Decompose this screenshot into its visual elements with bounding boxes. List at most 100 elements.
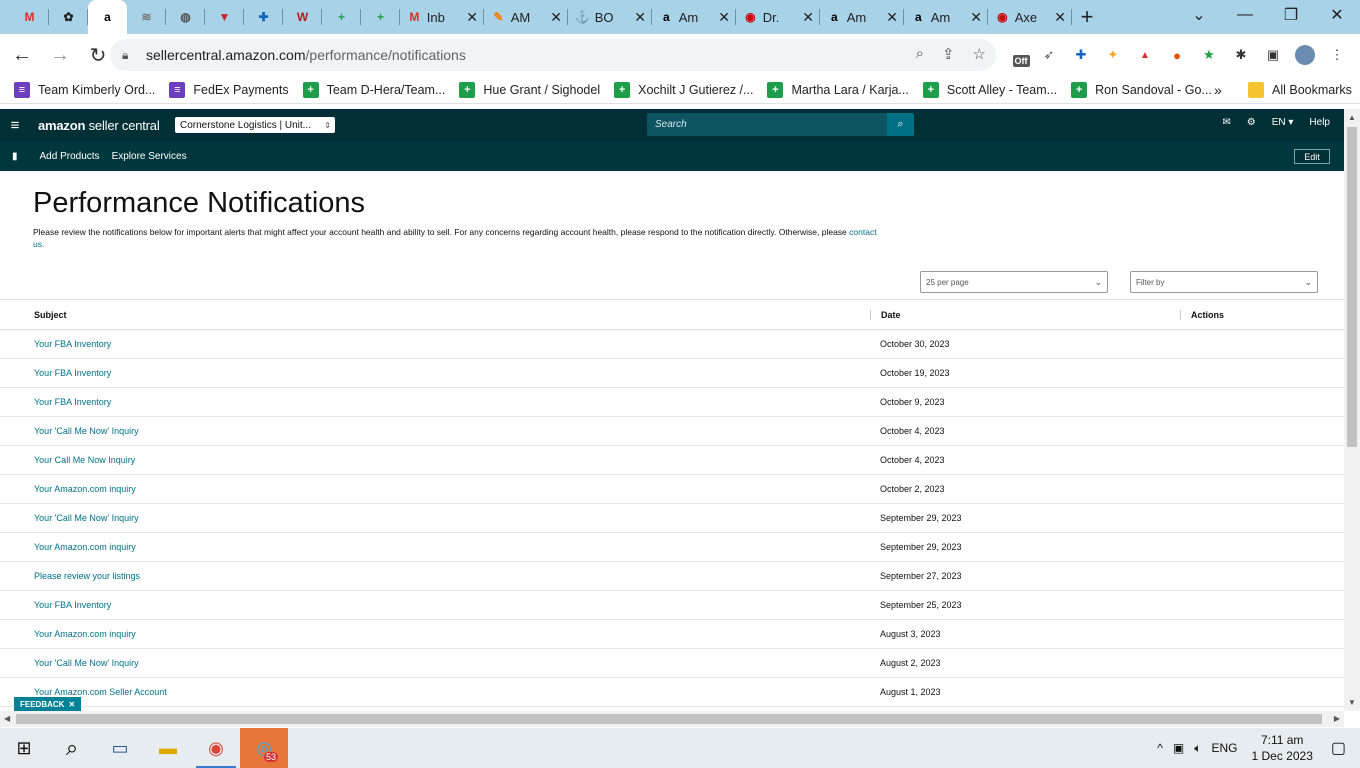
minimize-button[interactable]: — [1222, 0, 1268, 30]
browser-tab[interactable]: a Am ✕ [652, 0, 736, 34]
search-icon[interactable]: ⌕ [48, 728, 96, 768]
close-tab-icon[interactable]: ✕ [886, 9, 898, 26]
menu-icon[interactable]: ≡ [0, 117, 30, 134]
browser-tab[interactable]: a Am ✕ [820, 0, 904, 34]
address-bar[interactable]: 🔒︎ sellercentral.amazon.com/performance/… [110, 39, 996, 71]
notification-subject-link[interactable]: Your Amazon.com Seller Account [0, 677, 870, 707]
scroll-left-icon[interactable]: ◀ [4, 714, 10, 723]
scroll-down-icon[interactable]: ▼ [1348, 698, 1356, 707]
extension-firefox-icon[interactable]: ● [1164, 42, 1190, 68]
notification-subject-link[interactable]: Your Amazon.com inquiry [0, 619, 870, 649]
zoom-icon[interactable]: ⌕ [916, 45, 924, 63]
browser-tab[interactable]: + [361, 0, 400, 34]
browser-tab[interactable]: a [88, 0, 127, 34]
bookmark-star-icon[interactable]: ☆ [973, 45, 986, 63]
bookmark-item[interactable]: + Xochilt J Gutierez /... [614, 81, 753, 98]
all-bookmarks[interactable]: All Bookmarks [1248, 81, 1352, 98]
notification-subject-link[interactable]: Your FBA Inventory [0, 590, 870, 620]
browser-tab[interactable]: ≋ [127, 0, 166, 34]
restore-button[interactable]: ❐ [1268, 0, 1314, 30]
close-tab-icon[interactable]: ✕ [802, 9, 814, 26]
seller-central-logo[interactable]: amazon seller central [38, 118, 160, 133]
close-tab-icon[interactable]: ✕ [718, 9, 730, 26]
add-products-link[interactable]: Add Products [40, 151, 100, 162]
notification-subject-link[interactable]: Your Amazon.com inquiry [0, 474, 870, 504]
extension-bird-icon[interactable]: ➶ [1036, 42, 1062, 68]
browser-tab[interactable]: ✚ [244, 0, 283, 34]
close-icon[interactable]: ✕ [68, 700, 75, 709]
browser-tab[interactable]: ▼ [205, 0, 244, 34]
close-tab-icon[interactable]: ✕ [550, 9, 562, 26]
extension-off-icon[interactable]: Off [1008, 42, 1034, 68]
telegram-taskbar-icon[interactable]: ◎ 53 [240, 728, 288, 768]
subject-column-header[interactable]: Subject [0, 299, 870, 330]
mail-icon[interactable]: ✉ [1222, 117, 1230, 128]
explore-services-link[interactable]: Explore Services [112, 151, 187, 162]
per-page-select[interactable]: 25 per page ⌄ [920, 271, 1108, 293]
browser-tab[interactable]: M Inb ✕ [400, 0, 484, 34]
close-tab-icon[interactable]: ✕ [970, 9, 982, 26]
filter-select[interactable]: Filter by ⌄ [1130, 271, 1318, 293]
notification-subject-link[interactable]: Your 'Call Me Now' Inquiry [0, 416, 870, 446]
browser-tab[interactable]: ◍ [166, 0, 205, 34]
close-tab-icon[interactable]: ✕ [634, 9, 646, 26]
new-tab-button[interactable]: + [1072, 0, 1102, 34]
browser-tab[interactable]: ✎ AM ✕ [484, 0, 568, 34]
side-panel-icon[interactable]: ▣ [1260, 42, 1286, 68]
bookmark-item[interactable]: + Team D-Hera/Team... [302, 81, 445, 98]
desktop-app-icon[interactable]: ▭ [96, 728, 144, 768]
vertical-scroll-thumb[interactable] [1347, 127, 1357, 447]
notification-subject-link[interactable]: Your FBA Inventory [0, 329, 870, 359]
more-bookmarks-icon[interactable]: » [1214, 82, 1222, 98]
extensions-puzzle-icon[interactable]: ✱ [1228, 42, 1254, 68]
volume-icon[interactable]: 🔈︎ [1194, 741, 1201, 756]
date-column-header[interactable]: Date [870, 299, 1180, 330]
profile-avatar[interactable] [1292, 42, 1318, 68]
help-link[interactable]: Help [1309, 117, 1330, 128]
notification-subject-link[interactable]: Please review your listings [0, 561, 870, 591]
network-icon[interactable]: ▣ [1173, 741, 1184, 755]
bookmark-item[interactable]: ≡ Team Kimberly Ord... [14, 81, 155, 98]
bookmark-icon[interactable]: ▮ [12, 151, 18, 162]
notification-subject-link[interactable]: Your Amazon.com inquiry [0, 532, 870, 562]
notification-subject-link[interactable]: Your 'Call Me Now' Inquiry [0, 648, 870, 678]
windows-start-icon[interactable]: ⊞ [0, 728, 48, 768]
language-selector[interactable]: EN ▾ [1272, 117, 1294, 128]
clock[interactable]: 7:11 am 1 Dec 2023 [1251, 732, 1312, 764]
close-window-button[interactable]: ✕ [1314, 0, 1360, 30]
browser-tab[interactable]: a Am ✕ [904, 0, 988, 34]
share-icon[interactable]: ⇪ [942, 45, 955, 63]
notifications-icon[interactable]: ▢ [1331, 738, 1346, 758]
back-button[interactable]: ← [6, 39, 38, 71]
language-indicator[interactable]: ENG [1211, 741, 1237, 755]
browser-tab[interactable]: ✿ [49, 0, 88, 34]
browser-tab[interactable]: M [10, 0, 49, 34]
browser-tab[interactable]: + [322, 0, 361, 34]
notification-subject-link[interactable]: Your FBA Inventory [0, 358, 870, 388]
seller-search-input[interactable]: Search [647, 113, 887, 136]
close-tab-icon[interactable]: ✕ [1054, 9, 1066, 26]
extension-lifebuoy-icon[interactable]: ✚ [1068, 42, 1094, 68]
settings-gear-icon[interactable]: ⚙ [1247, 117, 1256, 128]
account-switcher[interactable]: Cornerstone Logistics | Unit... ⇕ [175, 117, 335, 133]
browser-tab[interactable]: W [283, 0, 322, 34]
notification-subject-link[interactable]: Your Call Me Now Inquiry [0, 445, 870, 475]
bookmark-item[interactable]: + Martha Lara / Karja... [767, 81, 909, 98]
notification-subject-link[interactable]: Your FBA Inventory [0, 387, 870, 417]
browser-tab[interactable]: ⚓ BO ✕ [568, 0, 652, 34]
browser-tab[interactable]: ◉ Axe ✕ [988, 0, 1072, 34]
bookmark-item[interactable]: + Scott Alley - Team... [922, 81, 1057, 98]
feedback-button[interactable]: FEEDBACK ✕ [14, 697, 82, 711]
chrome-taskbar-icon[interactable]: ◉ [192, 728, 240, 768]
bookmark-item[interactable]: ≡ FedEx Payments [169, 81, 289, 98]
notification-subject-link[interactable]: Your 'Call Me Now' Inquiry [0, 503, 870, 533]
scroll-up-icon[interactable]: ▲ [1348, 113, 1356, 122]
search-button[interactable]: ⌕ [887, 113, 914, 136]
scroll-right-icon[interactable]: ▶ [1334, 714, 1340, 723]
chevron-up-icon[interactable]: ^ [1157, 741, 1163, 755]
edit-button[interactable]: Edit [1294, 149, 1330, 164]
browser-tab[interactable]: ◉ Dr. ✕ [736, 0, 820, 34]
tab-search-icon[interactable]: ⌄ [1176, 0, 1222, 30]
extension-boost-icon[interactable]: ✦ [1100, 42, 1126, 68]
chrome-menu-icon[interactable]: ⋮ [1324, 42, 1350, 68]
